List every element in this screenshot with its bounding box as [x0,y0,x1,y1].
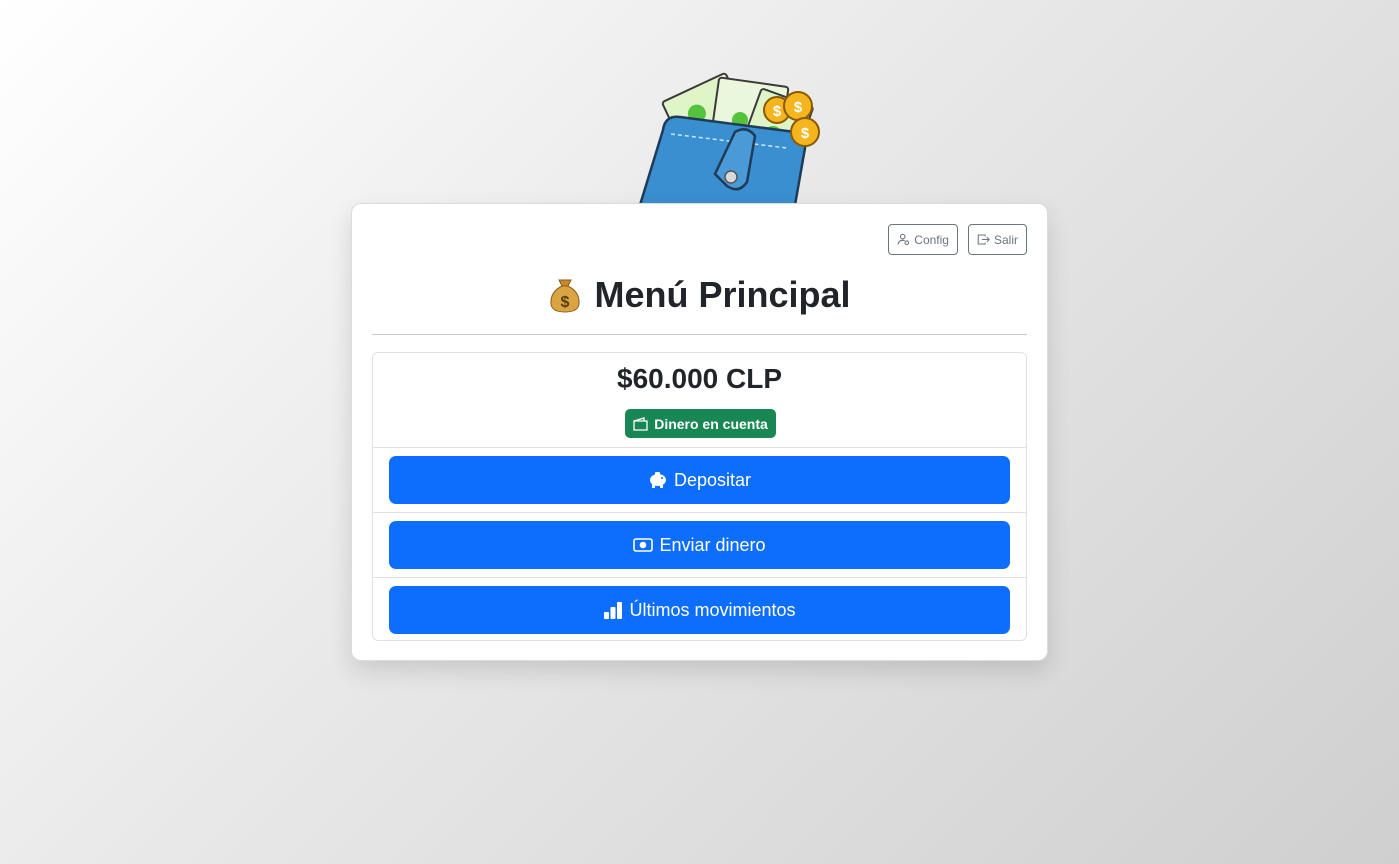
wallet-icon [638,115,807,205]
config-button[interactable]: Config [888,224,958,255]
money-bag-icon: $ [550,279,581,313]
svg-text:$: $ [801,125,810,142]
list-item: Enviar dinero [373,513,1026,578]
page-title: $ Menú Principal [352,272,1047,318]
wallet-icon [633,416,648,431]
page-title-text: Menú Principal [594,274,851,315]
wallet-illustration: $ $ $ [638,72,820,205]
svg-text:$: $ [794,99,803,116]
deposit-label: Depositar [673,469,752,490]
balance-row: $60.000 CLP Dinero en cuenta [373,353,1026,448]
cash-icon [633,538,654,552]
svg-text:$: $ [561,294,570,311]
config-label: Config [914,232,949,247]
send-money-button[interactable]: Enviar dinero [389,521,1010,569]
header-actions: Config Salir [888,224,1027,255]
send-money-label: Enviar dinero [659,534,766,555]
logout-button[interactable]: Salir [967,224,1027,255]
svg-text:$: $ [773,103,782,120]
list-item: Últimos movimientos [373,578,1026,643]
piggy-bank-icon [649,472,666,488]
main-menu-card: Config Salir $ Menú Principal $60.000 CL… [351,203,1048,661]
box-arrow-right-icon [977,234,990,245]
deposit-button[interactable]: Depositar [389,456,1010,504]
user-gear-icon [897,233,910,246]
balance-badge: Dinero en cuenta [625,409,776,438]
logout-label: Salir [993,232,1018,247]
balance-badge-label: Dinero en cuenta [654,415,768,432]
list-item: Depositar [373,448,1026,513]
title-divider [372,334,1027,335]
history-button[interactable]: Últimos movimientos [389,586,1010,634]
account-list: $60.000 CLP Dinero en cuenta Depositar E… [372,352,1027,641]
bar-chart-icon [604,602,623,619]
history-label: Últimos movimientos [629,599,796,620]
balance-amount: $60.000 CLP [617,363,782,394]
